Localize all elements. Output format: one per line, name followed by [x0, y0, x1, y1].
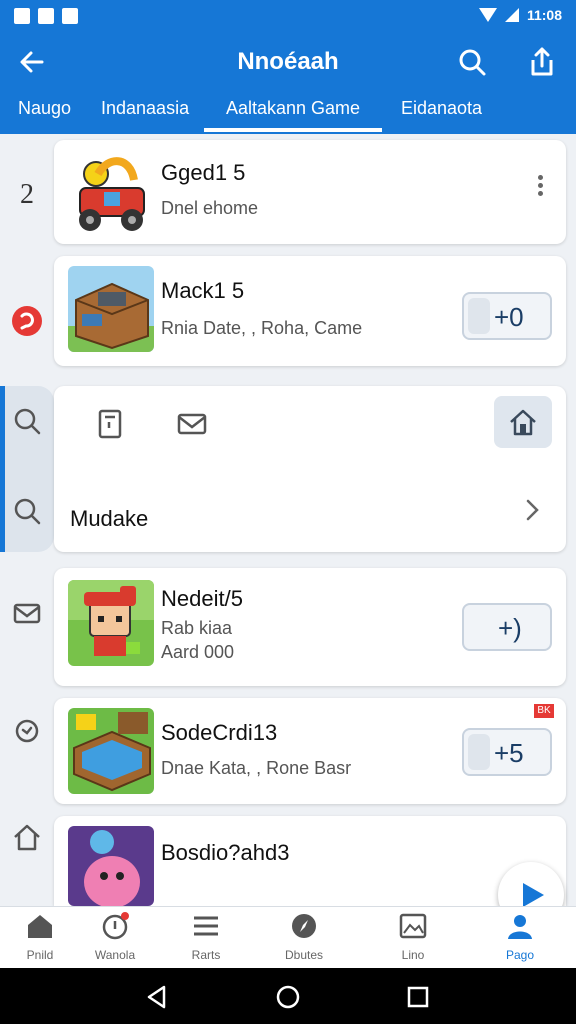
quantity-stepper[interactable]: +5 [462, 728, 552, 776]
nav-item-library[interactable]: Lino [373, 911, 453, 962]
alert-icon [102, 912, 129, 940]
notification-icon [38, 8, 54, 24]
status-notification-icons [14, 8, 78, 24]
nav-label: Lino [401, 948, 425, 962]
game-thumbnail [68, 826, 154, 906]
game-subtitle: Dnel ehome [161, 198, 259, 218]
chevron-right-icon[interactable] [518, 496, 546, 524]
nav-item-home[interactable]: Pnild [0, 911, 80, 962]
game-title: Gged1 5 [161, 160, 246, 185]
game-subtitle: Rnia Date, , Roha, Came [161, 318, 363, 338]
game-title: Bosdio?ahd3 [161, 840, 290, 865]
people-icon [508, 915, 532, 939]
tab-naugo[interactable]: Naugo [18, 98, 71, 132]
home-icon[interactable] [10, 820, 44, 854]
status-system-icons: 11:08 [478, 7, 562, 23]
nav-label: Dbutes [284, 948, 324, 962]
share-icon[interactable] [526, 46, 558, 78]
system-navigation-bar [0, 968, 576, 1024]
nav-item-alerts[interactable]: Wanola [75, 911, 155, 962]
mail-icon[interactable] [176, 408, 208, 440]
system-recents-icon[interactable] [405, 984, 431, 1010]
home-icon [28, 915, 52, 938]
stepper-value: +) [498, 613, 522, 643]
game-title: SodeCrdi13 [161, 720, 278, 745]
nav-label: Pnild [26, 948, 54, 962]
nav-label: Rarts [191, 948, 221, 962]
app-bar: Nnoéaah [0, 32, 576, 92]
game-card[interactable]: Mack1 5 Rnia Date, , Roha, Came +0 [54, 256, 566, 366]
more-options-icon[interactable] [536, 172, 544, 199]
section-label[interactable]: Mudake [70, 506, 148, 532]
tab-aaltakann-game[interactable]: Aaltakann Game [204, 98, 382, 132]
search-icon[interactable] [456, 46, 488, 78]
game-thumbnail [68, 580, 154, 666]
bottom-navigation: Pnild Wanola Rarts Dbutes Lino Pago [0, 906, 576, 968]
quantity-stepper[interactable]: +) [462, 603, 552, 651]
tab-eidanaota[interactable]: Eidanaota [401, 98, 482, 132]
game-subtitle-secondary: Aard 000 [161, 642, 235, 662]
quantity-stepper[interactable]: +0 [462, 292, 552, 340]
rail-number[interactable]: 2 [10, 179, 44, 213]
game-subtitle: Dnae Kata, , Rone Basr [161, 758, 352, 778]
stepper-handle[interactable] [468, 298, 490, 334]
search-icon[interactable] [10, 494, 44, 528]
game-card[interactable]: Nedeit/5 Rab kiaa Aard 000 +) [54, 568, 566, 686]
menu-icon [194, 916, 218, 936]
system-back-icon[interactable] [144, 984, 170, 1010]
page-title: Nnoéaah [237, 48, 339, 75]
notification-icon [62, 8, 78, 24]
nav-item-menu[interactable]: Rarts [166, 911, 246, 962]
game-card[interactable]: Bosdio?ahd3 [54, 816, 566, 906]
clock-icon[interactable] [10, 714, 44, 748]
game-thumbnail [68, 150, 154, 236]
game-thumbnail [68, 266, 154, 352]
status-time: 11:08 [526, 7, 562, 23]
search-icon[interactable] [10, 404, 44, 438]
game-thumbnail [68, 708, 154, 794]
home-icon [510, 409, 536, 436]
game-subtitle: Rab kiaa [161, 618, 233, 638]
nav-item-profile[interactable]: Pago [480, 911, 560, 962]
alert-icon[interactable] [10, 304, 44, 338]
system-home-icon[interactable] [275, 984, 301, 1010]
image-icon [399, 913, 427, 939]
stepper-handle[interactable] [468, 734, 490, 770]
game-title: Mack1 5 [161, 278, 245, 303]
tab-indanaasia[interactable]: Indanaasia [101, 98, 189, 132]
nav-label: Pago [505, 948, 535, 962]
stepper-value: +0 [494, 302, 524, 332]
play-icon [523, 883, 544, 907]
badge: BK [534, 704, 554, 718]
game-card[interactable]: Gged1 5 Dnel ehome [54, 140, 566, 244]
side-rail: 2 [0, 134, 54, 906]
home-button[interactable] [494, 396, 552, 448]
status-bar: 11:08 [0, 0, 576, 32]
document-icon[interactable] [94, 408, 126, 440]
wifi-icon [478, 8, 497, 22]
stepper-value: +5 [494, 738, 524, 768]
compass-icon [292, 914, 316, 938]
nav-item-explore[interactable]: Dbutes [264, 911, 344, 962]
nav-label: Wanola [94, 948, 136, 962]
game-card[interactable]: SodeCrdi13 Dnae Kata, , Rone Basr BK +5 [54, 698, 566, 804]
game-title: Nedeit/5 [161, 586, 243, 611]
notification-icon [14, 8, 30, 24]
tab-bar: Naugo Indanaasia Aaltakann Game Eidanaot… [0, 92, 576, 134]
section-card: Mudake [54, 386, 566, 552]
mail-icon[interactable] [10, 596, 44, 630]
signal-icon [504, 8, 519, 22]
